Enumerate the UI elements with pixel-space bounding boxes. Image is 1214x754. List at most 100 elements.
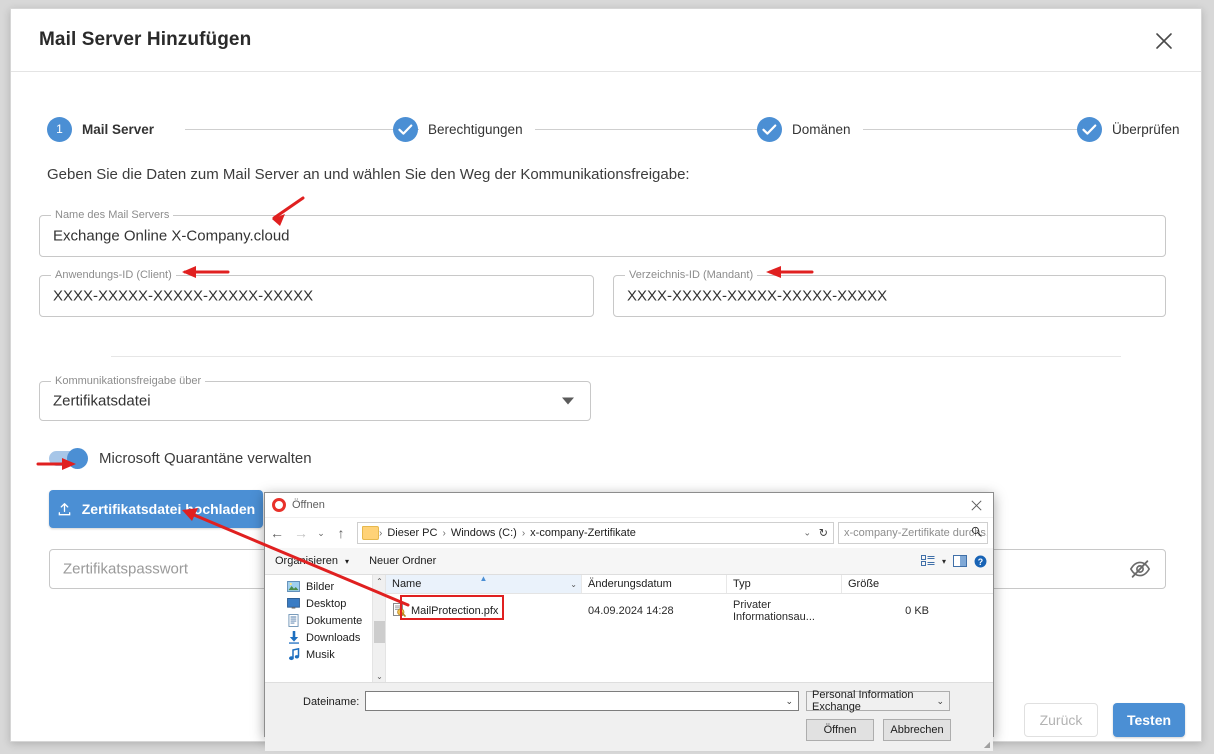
file-size-cell: 0 KB (905, 604, 929, 617)
close-icon[interactable] (959, 493, 993, 517)
folder-icon (362, 526, 379, 540)
sidebar-item-bilder[interactable]: Bilder (265, 578, 385, 595)
check-icon (393, 116, 418, 142)
quarantine-toggle-label: Microsoft Quarantäne verwalten (99, 450, 312, 467)
chevron-down-icon[interactable]: ⌄ (785, 696, 793, 707)
column-header-size[interactable]: Größe (842, 575, 937, 593)
desktop-icon (287, 597, 300, 610)
file-list-row[interactable]: MailProtection.pfx 04.09.2024 14:28 Priv… (386, 599, 993, 623)
chevron-down-icon: ▾ (345, 557, 350, 566)
sidebar-label: Dokumente (306, 614, 363, 627)
file-modified-cell: 04.09.2024 14:28 (588, 604, 674, 617)
file-dialog-sidebar: Bilder Desktop Dokumente Downloads Musik… (265, 575, 386, 682)
step-label: Mail Server (82, 121, 155, 137)
scrollbar-thumb[interactable] (374, 621, 385, 643)
step-marker-1: 1 (47, 116, 72, 142)
file-dialog-titlebar: Öffnen (265, 493, 993, 518)
search-placeholder: x-company-Zertifikate durchs... (844, 527, 987, 539)
refresh-icon[interactable]: ↻ (819, 527, 828, 540)
quarantine-toggle[interactable] (49, 448, 88, 469)
tenant-id-label: Verzeichnis-ID (Mandant) (625, 269, 758, 281)
step-mail-server[interactable]: 1 Mail Server (47, 113, 154, 145)
chevron-down-icon[interactable]: ⌄ (570, 580, 577, 589)
step-domaenen[interactable]: Domänen (757, 113, 851, 145)
chevron-down-icon[interactable]: ⌄ (803, 528, 811, 539)
test-button[interactable]: Testen (1113, 703, 1185, 737)
organize-button[interactable]: Organisieren ▾ (265, 555, 359, 567)
chevron-down-icon[interactable]: ▾ (942, 557, 946, 566)
preview-pane-icon[interactable] (953, 555, 967, 567)
filetype-select[interactable]: Personal Information Exchange ⌄ (806, 689, 950, 713)
help-icon[interactable]: ? (974, 555, 987, 568)
sidebar-label: Downloads (306, 631, 361, 644)
breadcrumb[interactable]: › Dieser PC › Windows (C:) › x-company-Z… (357, 522, 834, 544)
sidebar-item-musik[interactable]: Musik (265, 646, 385, 663)
file-dialog-body: Bilder Desktop Dokumente Downloads Musik… (265, 574, 993, 682)
column-label: Name (392, 578, 422, 590)
view-list-icon[interactable] (920, 555, 935, 567)
search-input[interactable]: x-company-Zertifikate durchs... (838, 522, 988, 544)
step-label: Überprüfen (1112, 121, 1180, 137)
communication-share-select[interactable]: Kommunikationsfreigabe über Zertifikatsd… (39, 375, 591, 421)
tenant-id-field[interactable]: Verzeichnis-ID (Mandant) XXXX-XXXXX-XXXX… (613, 269, 1166, 317)
downloads-icon (287, 631, 300, 644)
filename-input[interactable]: ⌄ (365, 691, 799, 711)
sidebar-label: Musik (306, 648, 335, 661)
certificate-file-icon (392, 603, 406, 618)
upload-certificate-button[interactable]: Zertifikatsdatei hochladen (49, 490, 263, 528)
chevron-down-icon[interactable] (562, 397, 574, 405)
cancel-button[interactable]: Abbrechen (883, 719, 951, 741)
step-berechtigungen[interactable]: Berechtigungen (393, 113, 523, 145)
stepper-connector (863, 129, 1081, 130)
chevron-down-icon[interactable]: ⌄ (313, 521, 329, 545)
sidebar-item-downloads[interactable]: Downloads (265, 629, 385, 646)
open-button[interactable]: Öffnen (806, 719, 874, 741)
documents-icon (287, 614, 300, 627)
chevron-down-icon[interactable]: ⌄ (936, 696, 944, 707)
sidebar-item-dokumente[interactable]: Dokumente (265, 612, 385, 629)
upload-button-label: Zertifikatsdatei hochladen (81, 501, 256, 517)
communication-share-value: Zertifikatsdatei (53, 392, 151, 410)
new-folder-button[interactable]: Neuer Ordner (359, 555, 446, 567)
wizard-stepper: 1 Mail Server Berechtigungen Domänen Übe… (47, 113, 1180, 145)
resize-grip-icon[interactable]: ◢ (984, 740, 990, 749)
column-header-modified[interactable]: Änderungsdatum (582, 575, 727, 593)
filename-label: Dateiname: (303, 696, 360, 708)
scroll-up-icon[interactable]: ⌃ (373, 575, 385, 587)
scroll-down-icon[interactable]: ⌄ (373, 670, 385, 682)
upload-icon (57, 502, 72, 517)
sidebar-scrollbar[interactable]: ⌃ ⌄ (372, 575, 385, 682)
step-label: Domänen (792, 121, 851, 137)
column-label: Änderungsdatum (588, 578, 672, 590)
stepper-connector (185, 129, 419, 130)
file-dialog-navbar: ← → ⌄ ↑ › Dieser PC › Windows (C:) › x-c… (265, 518, 993, 548)
sidebar-item-desktop[interactable]: Desktop (265, 595, 385, 612)
music-icon (287, 648, 300, 661)
quarantine-toggle-row: Microsoft Quarantäne verwalten (49, 448, 312, 469)
sort-ascending-icon: ▲ (479, 574, 488, 583)
dialog-header: Mail Server Hinzufügen (11, 9, 1201, 72)
client-id-label: Anwendungs-ID (Client) (51, 269, 176, 281)
breadcrumb-segment-0[interactable]: Dieser PC (382, 527, 442, 539)
pictures-icon (287, 580, 300, 593)
file-name-label: MailProtection.pfx (411, 604, 499, 617)
back-button[interactable]: Zurück (1024, 703, 1098, 737)
server-name-value: Exchange Online X-Company.cloud (53, 227, 290, 245)
close-icon[interactable] (1149, 26, 1179, 56)
step-ueberpruefen[interactable]: Überprüfen (1077, 113, 1180, 145)
file-dialog-toolbar: Organisieren ▾ Neuer Ordner ▾ ? (265, 548, 993, 575)
arrow-up-icon[interactable]: ↑ (329, 521, 353, 545)
column-header-name[interactable]: ▲ Name ⌄ (386, 574, 582, 593)
file-dialog-title: Öffnen (292, 499, 325, 511)
client-id-field[interactable]: Anwendungs-ID (Client) XXXX-XXXXX-XXXXX-… (39, 269, 594, 317)
column-header-type[interactable]: Typ (727, 575, 842, 593)
certificate-password-placeholder: Zertifikatspasswort (63, 560, 189, 578)
arrow-left-icon[interactable]: ← (265, 521, 289, 545)
file-name-cell[interactable]: MailProtection.pfx (386, 603, 582, 618)
breadcrumb-segment-1[interactable]: Windows (C:) (446, 527, 522, 539)
search-icon (971, 526, 982, 540)
breadcrumb-segment-2[interactable]: x-company-Zertifikate (525, 527, 641, 539)
server-name-field[interactable]: Name des Mail Servers Exchange Online X-… (39, 209, 1166, 257)
eye-off-icon[interactable] (1129, 558, 1151, 580)
arrow-right-icon[interactable]: → (289, 521, 313, 545)
